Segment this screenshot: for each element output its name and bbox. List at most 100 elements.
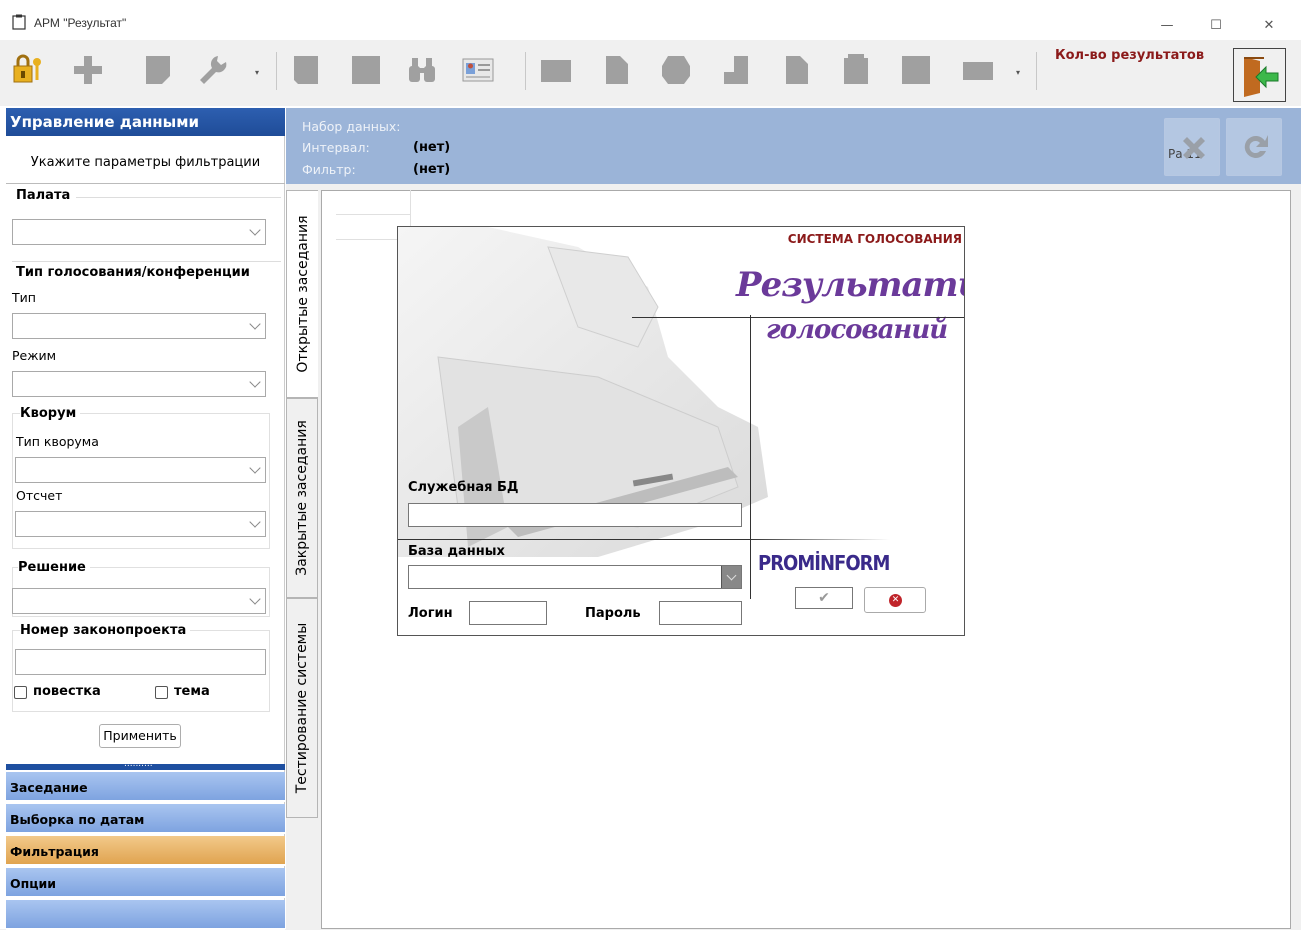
system-label: СИСТЕМА ГОЛОСОВАНИЯ xyxy=(787,232,962,246)
clear-icon xyxy=(1183,137,1205,159)
group-divider xyxy=(76,197,281,198)
nav-options[interactable]: Опции xyxy=(6,868,285,898)
archive-icon[interactable] xyxy=(840,54,872,86)
panel-splitter[interactable]: .......... xyxy=(6,759,285,770)
data-management-panel: Управление данными Укажите параметры фил… xyxy=(6,108,285,930)
chart-icon[interactable] xyxy=(780,54,812,86)
type-combo[interactable] xyxy=(12,313,266,339)
refresh-button[interactable] xyxy=(1226,118,1282,176)
window-title: АРМ "Результат" xyxy=(34,16,127,30)
chevron-down-icon xyxy=(249,516,261,528)
bill-number-input[interactable] xyxy=(15,649,266,675)
quorum-type-label: Тип кворума xyxy=(16,434,99,449)
topic-checkbox[interactable] xyxy=(155,686,168,699)
service-db-label: Служебная БД xyxy=(408,480,519,495)
clipboard-icon xyxy=(12,14,26,30)
quorum-group-title: Кворум xyxy=(20,406,81,421)
service-db-input[interactable] xyxy=(408,503,742,527)
nav-empty-slot xyxy=(6,900,285,930)
nav-filtering[interactable]: Фильтрация xyxy=(6,836,285,866)
interval-value: (нет) xyxy=(413,140,451,155)
tab-open-sessions[interactable]: Открытые заседания xyxy=(286,190,318,398)
ok-button[interactable]: ✔ xyxy=(795,587,853,609)
apply-button[interactable]: Применить xyxy=(99,724,181,748)
dialog-title-results: Результаты xyxy=(736,265,964,305)
login-key-icon[interactable] xyxy=(12,54,44,86)
login-input[interactable] xyxy=(469,601,547,625)
prominform-logo: PROMİNFORM xyxy=(758,551,890,576)
exit-button[interactable] xyxy=(1233,48,1286,102)
chevron-down-icon xyxy=(249,224,261,236)
vote-type-group-title: Тип голосования/конференции xyxy=(16,265,254,280)
filter-label: Фильтр: xyxy=(302,162,356,177)
chamber-group-title: Палата xyxy=(16,188,75,203)
refresh-icon xyxy=(1244,135,1268,158)
dialog-title-votes: голосований xyxy=(766,315,948,345)
add-icon[interactable] xyxy=(72,54,104,86)
cancel-x-icon: ✕ xyxy=(889,594,902,607)
bill-group-title: Номер законопроекта xyxy=(20,623,191,638)
nav-date-selection[interactable]: Выборка по датам xyxy=(6,804,285,834)
view-dropdown-icon[interactable]: ▾ xyxy=(1016,68,1020,77)
app-window: АРМ "Результат" — ☐ ✕ ▾ ▾ Кол-во результ… xyxy=(0,0,1301,930)
decision-combo[interactable] xyxy=(12,588,266,614)
document-icon[interactable] xyxy=(142,54,174,86)
tab-closed-sessions-label: Закрытые заседания xyxy=(294,420,310,576)
chevron-down-icon xyxy=(249,462,261,474)
chevron-down-icon xyxy=(249,318,261,330)
chevron-down-icon[interactable] xyxy=(721,566,741,588)
sheet-icon[interactable] xyxy=(900,54,932,86)
binoculars-icon[interactable] xyxy=(406,54,438,86)
group-divider xyxy=(12,261,281,262)
dataset-label: Набор данных: xyxy=(302,119,401,134)
grid-icon[interactable] xyxy=(350,54,382,86)
chamber-combo[interactable] xyxy=(12,219,266,245)
login-dialog: СИСТЕМА ГОЛОСОВАНИЯ Результаты голосован… xyxy=(397,226,965,636)
tab-closed-sessions[interactable]: Закрытые заседания xyxy=(286,398,318,598)
export-icon[interactable] xyxy=(720,54,752,86)
count-combo[interactable] xyxy=(15,511,266,537)
filter-value: (нет) xyxy=(413,162,451,177)
interval-label: Интервал: xyxy=(302,140,370,155)
maximize-button[interactable]: ☐ xyxy=(1193,10,1239,40)
type-label: Тип xyxy=(12,290,36,305)
agenda-checkbox[interactable] xyxy=(14,686,27,699)
title-bar: АРМ "Результат" — ☐ ✕ xyxy=(0,0,1301,40)
password-label: Пароль xyxy=(585,606,641,621)
view-icon[interactable] xyxy=(962,54,994,86)
print-icon[interactable] xyxy=(660,54,692,86)
decor-line xyxy=(750,315,751,599)
database-combo[interactable] xyxy=(408,565,742,589)
tools-dropdown-icon[interactable]: ▾ xyxy=(255,68,259,77)
quorum-type-combo[interactable] xyxy=(15,457,266,483)
checkmark-icon: ✔ xyxy=(818,590,830,606)
cancel-button[interactable]: ✕ xyxy=(864,587,926,613)
splitter-grip: .......... xyxy=(124,759,153,769)
decision-group-title: Решение xyxy=(18,560,90,575)
agenda-label: повестка xyxy=(33,684,101,699)
filter-hint: Укажите параметры фильтрации xyxy=(6,138,285,184)
toolbar-separator xyxy=(1036,52,1037,90)
mode-combo[interactable] xyxy=(12,371,266,397)
report-icon[interactable] xyxy=(600,54,632,86)
dataset-info-bar: Набор данных: Интервал: (нет) Фильтр: (н… xyxy=(286,108,1301,184)
count-label: Отсчет xyxy=(16,488,63,503)
results-count-label: Кол-во результатов xyxy=(1055,48,1205,63)
password-input[interactable] xyxy=(659,601,742,625)
topic-label: тема xyxy=(174,684,210,699)
database-label: База данных xyxy=(408,544,505,559)
close-button[interactable]: ✕ xyxy=(1246,10,1292,40)
chevron-down-icon xyxy=(249,376,261,388)
mode-label: Режим xyxy=(12,348,57,363)
table-icon[interactable] xyxy=(540,54,572,86)
panel-header: Управление данными xyxy=(6,108,285,136)
id-card-icon[interactable] xyxy=(462,54,494,86)
nav-meeting[interactable]: Заседание xyxy=(6,772,285,802)
login-label: Логин xyxy=(408,606,453,621)
tools-icon[interactable] xyxy=(196,54,228,86)
page-icon[interactable] xyxy=(290,54,322,86)
clear-filter-button[interactable]: Ра 11 xyxy=(1164,118,1220,176)
tab-system-testing-label: Тестирование системы xyxy=(294,622,310,794)
minimize-button[interactable]: — xyxy=(1144,10,1190,40)
tab-system-testing[interactable]: Тестирование системы xyxy=(286,598,318,818)
